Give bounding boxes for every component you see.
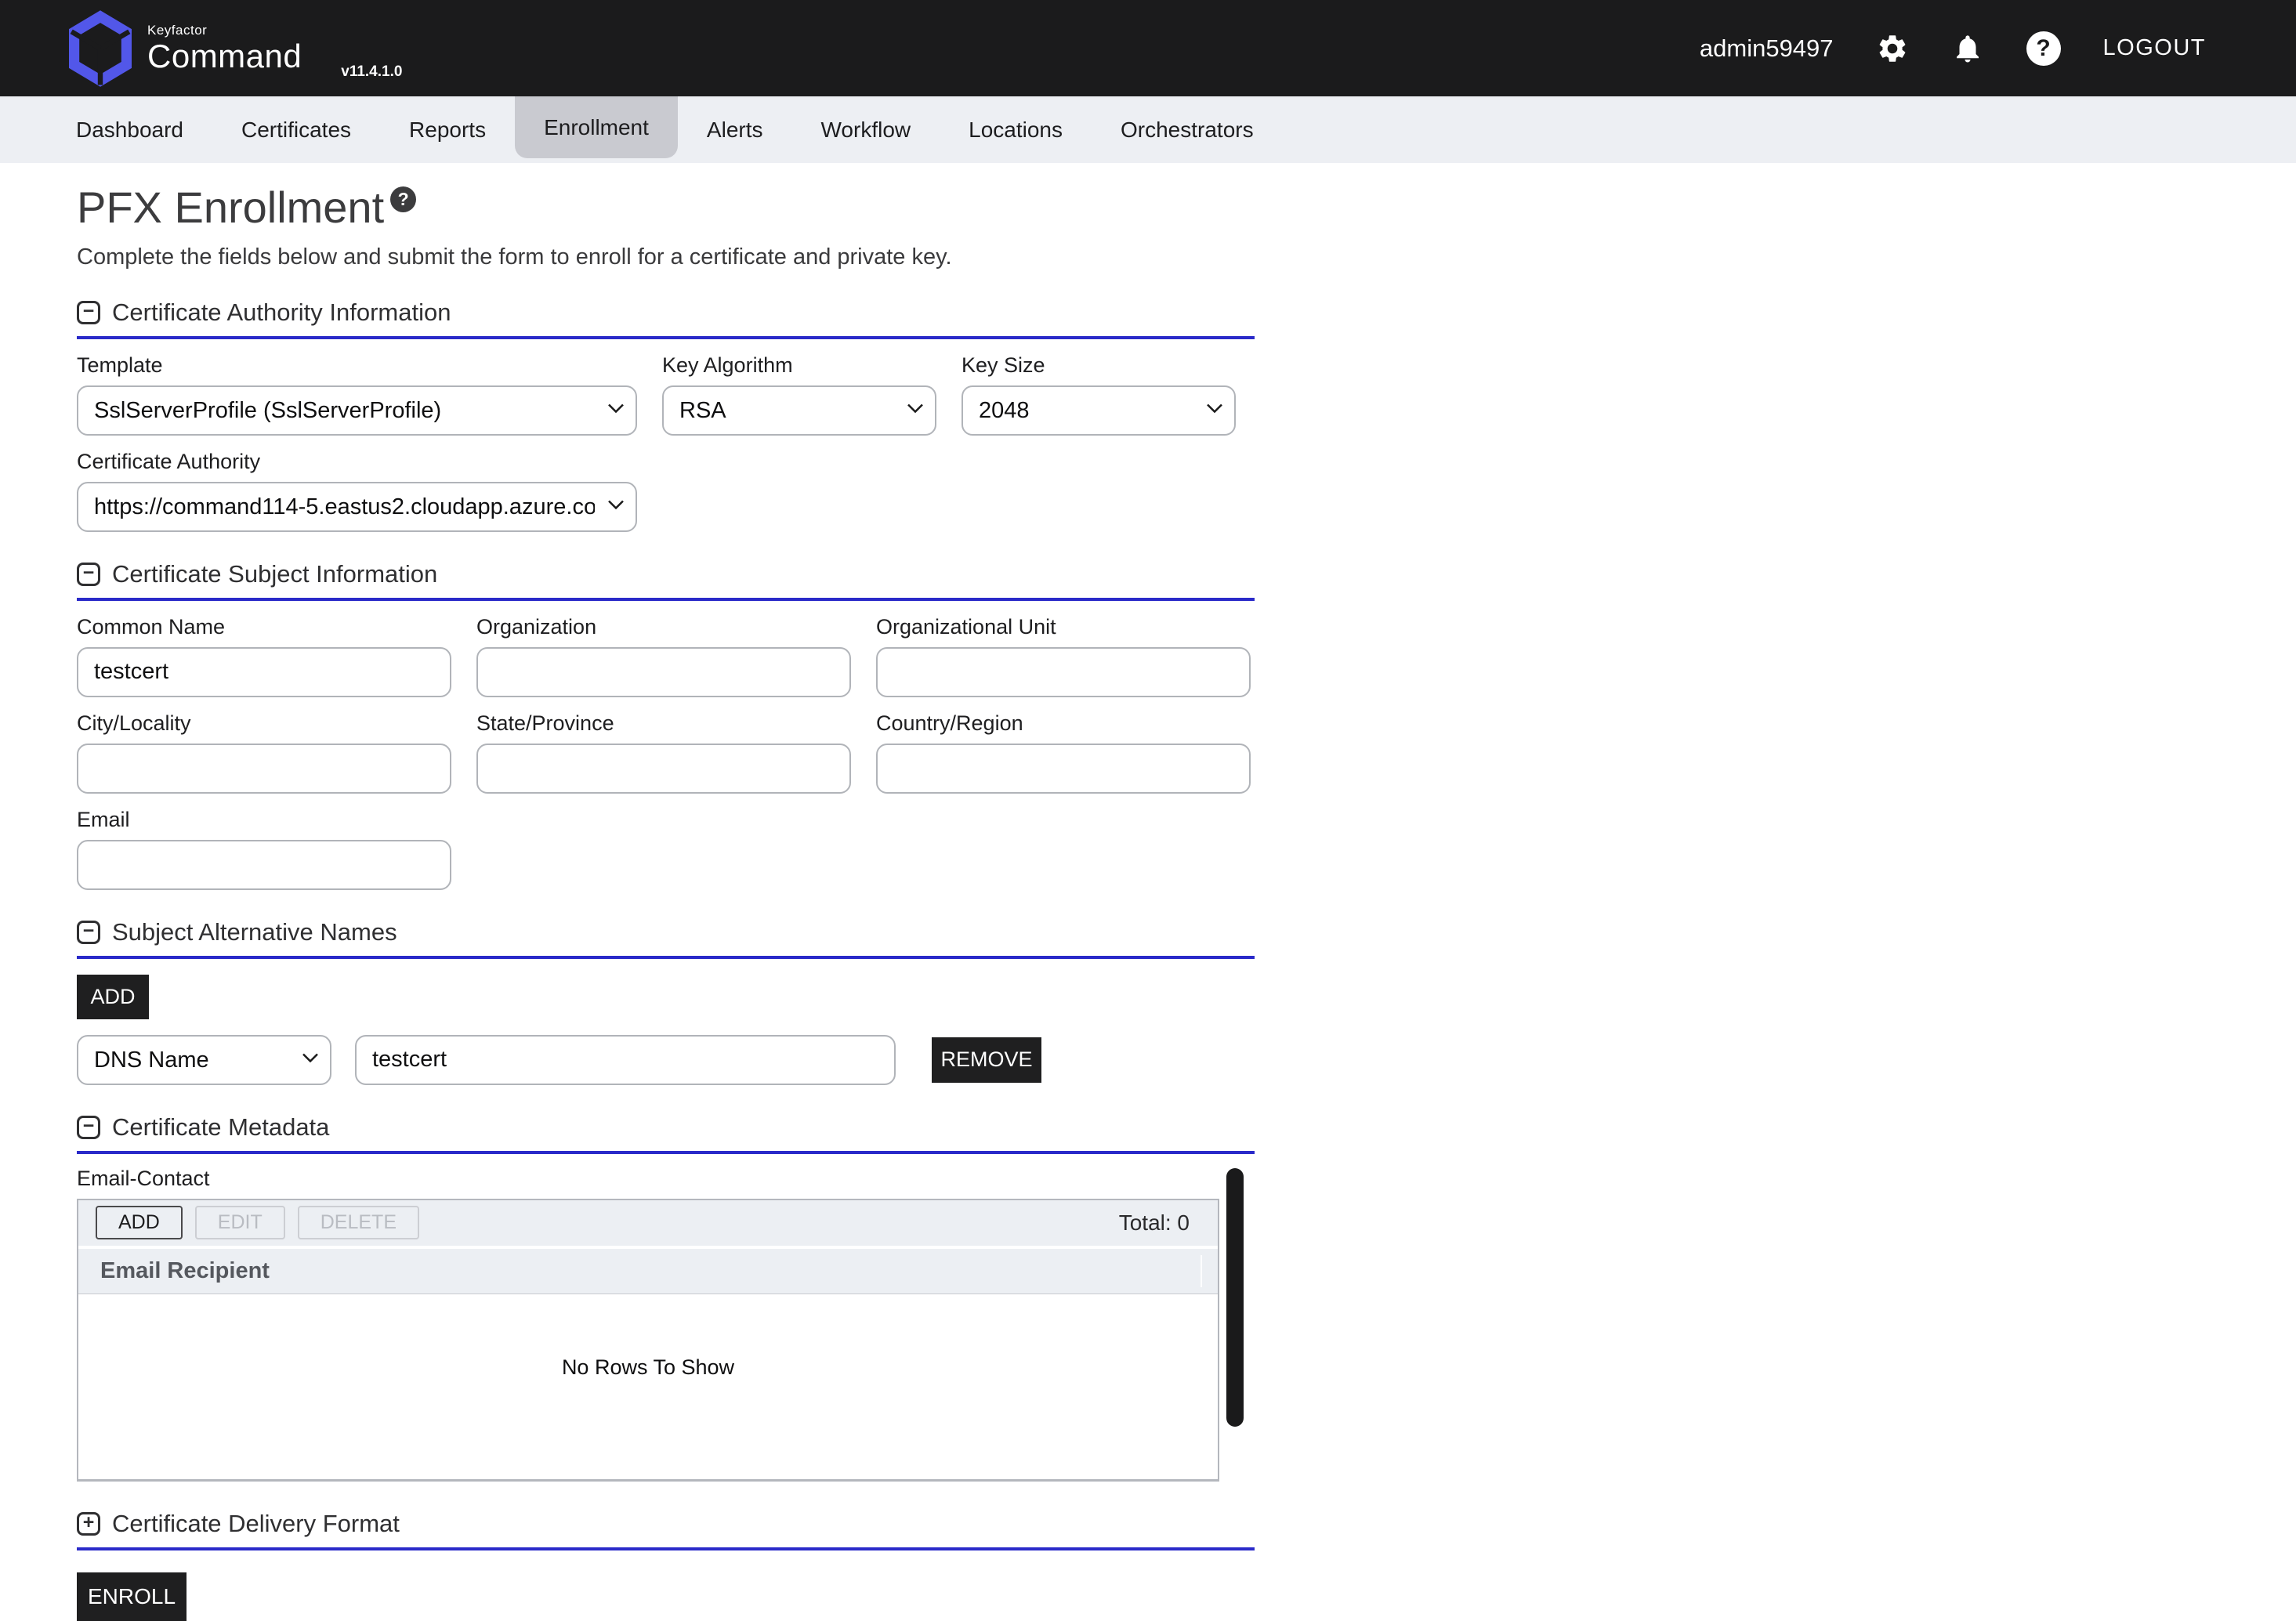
- pfx-enrollment-form: PFX Enrollment ? Complete the fields bel…: [77, 183, 1255, 1621]
- country-input[interactable]: [876, 744, 1251, 794]
- section-rule: [77, 1547, 1255, 1550]
- email-contact-grid: ADD EDIT DELETE Total: 0 Email Recipient…: [77, 1199, 1219, 1482]
- template-label: Template: [77, 353, 637, 378]
- page-subtitle: Complete the fields below and submit the…: [77, 244, 1255, 270]
- username: admin59497: [1700, 34, 1834, 63]
- brand-keyfactor: Keyfactor: [147, 24, 302, 37]
- top-bar-controls: admin59497 ? LOGOUT: [1700, 31, 2206, 66]
- certificate-authority-select[interactable]: https://command114-5.eastus2.cloudapp.az…: [77, 482, 637, 532]
- main-nav: Dashboard Certificates Reports Enrollmen…: [0, 96, 2296, 163]
- section-title-ca-info: Certificate Authority Information: [112, 299, 451, 327]
- organizational-unit-label: Organizational Unit: [876, 615, 1251, 639]
- expand-icon-delivery[interactable]: +: [77, 1512, 100, 1536]
- grid-total-count: Total: 0: [1119, 1210, 1201, 1236]
- collapse-icon-metadata[interactable]: −: [77, 1116, 100, 1139]
- brand-text: Keyfactor Command: [147, 24, 302, 73]
- organization-input[interactable]: [476, 647, 851, 697]
- key-algorithm-select[interactable]: RSA: [662, 385, 936, 436]
- section-title-metadata: Certificate Metadata: [112, 1113, 329, 1142]
- grid-column-header[interactable]: Email Recipient: [78, 1249, 1218, 1294]
- email-contact-label: Email-Contact: [77, 1167, 1255, 1191]
- page-help-icon[interactable]: ?: [390, 186, 416, 212]
- san-type-select[interactable]: DNS Name: [77, 1035, 331, 1085]
- nav-item-enrollment[interactable]: Enrollment: [515, 96, 678, 158]
- gear-icon[interactable]: [1876, 32, 1909, 65]
- bell-icon[interactable]: [1951, 32, 1984, 65]
- email-input[interactable]: [77, 840, 451, 890]
- grid-body: No Rows To Show: [78, 1294, 1218, 1479]
- section-title-delivery: Certificate Delivery Format: [112, 1510, 400, 1538]
- key-size-label: Key Size: [961, 353, 1236, 378]
- app-version: v11.4.1.0: [341, 63, 402, 81]
- section-rule: [77, 1151, 1255, 1154]
- certificate-authority-label: Certificate Authority: [77, 450, 637, 474]
- email-label: Email: [77, 808, 451, 832]
- keyfactor-logo-icon: [69, 10, 132, 87]
- state-input[interactable]: [476, 744, 851, 794]
- template-select[interactable]: SslServerProfile (SslServerProfile): [77, 385, 637, 436]
- key-algorithm-label: Key Algorithm: [662, 353, 936, 378]
- nav-item-dashboard[interactable]: Dashboard: [47, 96, 212, 163]
- organizational-unit-input[interactable]: [876, 647, 1251, 697]
- section-rule: [77, 336, 1255, 339]
- san-add-button[interactable]: ADD: [77, 975, 149, 1019]
- grid-delete-button: DELETE: [298, 1206, 419, 1239]
- san-row: DNS Name REMOVE: [77, 1035, 1255, 1085]
- nav-item-locations[interactable]: Locations: [940, 96, 1092, 163]
- collapse-icon-san[interactable]: −: [77, 921, 100, 944]
- enroll-button[interactable]: ENROLL: [77, 1572, 187, 1621]
- nav-item-orchestrators[interactable]: Orchestrators: [1092, 96, 1283, 163]
- grid-toolbar: ADD EDIT DELETE Total: 0: [78, 1200, 1218, 1249]
- help-icon[interactable]: ?: [2026, 31, 2061, 66]
- key-size-select[interactable]: 2048: [961, 385, 1236, 436]
- nav-item-reports[interactable]: Reports: [380, 96, 515, 163]
- collapse-icon-ca-info[interactable]: −: [77, 301, 100, 324]
- grid-add-button[interactable]: ADD: [96, 1206, 183, 1239]
- common-name-input[interactable]: [77, 647, 451, 697]
- city-label: City/Locality: [77, 711, 451, 736]
- collapse-icon-subject[interactable]: −: [77, 563, 100, 586]
- page-title: PFX Enrollment: [77, 183, 384, 232]
- nav-item-certificates[interactable]: Certificates: [212, 96, 380, 163]
- country-label: Country/Region: [876, 711, 1251, 736]
- section-rule: [77, 956, 1255, 959]
- san-remove-button[interactable]: REMOVE: [932, 1037, 1041, 1083]
- logout-button[interactable]: LOGOUT: [2103, 35, 2206, 61]
- common-name-label: Common Name: [77, 615, 451, 639]
- nav-item-workflow[interactable]: Workflow: [792, 96, 940, 163]
- grid-edit-button: EDIT: [195, 1206, 285, 1239]
- section-title-subject: Certificate Subject Information: [112, 560, 437, 588]
- grid-vertical-scrollbar[interactable]: [1226, 1168, 1244, 1427]
- nav-item-alerts[interactable]: Alerts: [678, 96, 792, 163]
- email-contact-grid-wrap: Email-Contact ADD EDIT DELETE Total: 0 E…: [77, 1167, 1255, 1482]
- brand-command: Command: [147, 40, 302, 73]
- brand: Keyfactor Command v11.4.1.0: [69, 10, 402, 87]
- city-input[interactable]: [77, 744, 451, 794]
- organization-label: Organization: [476, 615, 851, 639]
- grid-empty-message: No Rows To Show: [78, 1355, 1218, 1380]
- state-label: State/Province: [476, 711, 851, 736]
- section-rule: [77, 598, 1255, 601]
- san-value-input[interactable]: [355, 1035, 896, 1085]
- top-bar: Keyfactor Command v11.4.1.0 admin59497 ?…: [0, 0, 2296, 96]
- section-title-san: Subject Alternative Names: [112, 918, 397, 946]
